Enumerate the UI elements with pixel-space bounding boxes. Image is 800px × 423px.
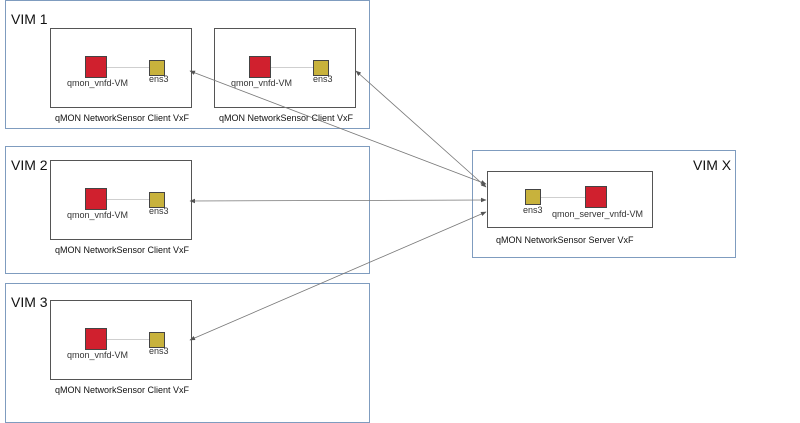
arrow-vim1-client2-server <box>355 70 487 188</box>
connection-arrows <box>189 70 487 341</box>
diagram-canvas: { "colors": { "vim_border": "#7f9cbf", "… <box>0 0 800 423</box>
arrow-vim3-client-server <box>189 211 487 341</box>
arrow-vim2-client-server <box>189 197 487 204</box>
arrow-vim1-client1-server <box>189 70 487 185</box>
